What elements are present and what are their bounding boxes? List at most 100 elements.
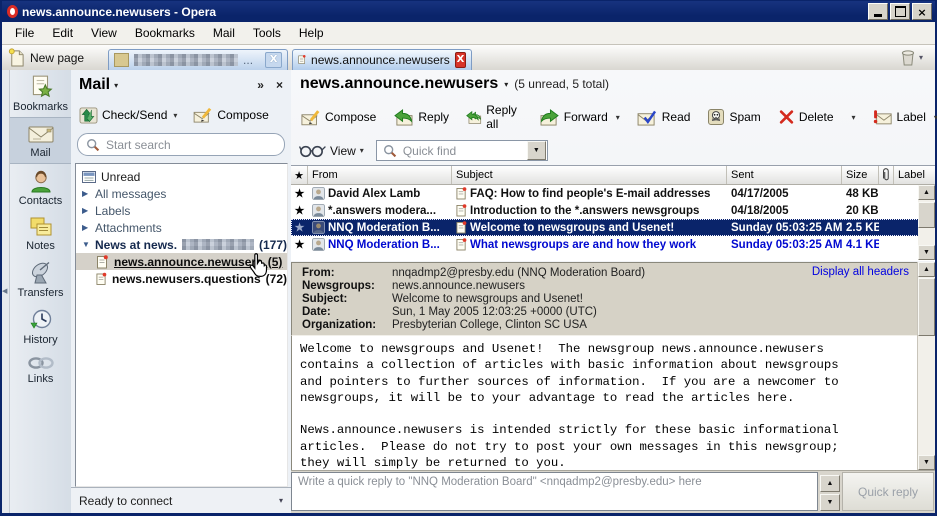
new-page-button[interactable]: New page xyxy=(2,45,92,70)
message-sent: Sunday 05:03:25 AM xyxy=(727,222,842,234)
group-title-dropdown-icon[interactable]: ▾ xyxy=(504,80,508,89)
scroll-thumb[interactable] xyxy=(918,278,935,336)
links-icon xyxy=(27,355,55,371)
sidebar-item-label: Transfers xyxy=(17,287,63,299)
star-icon[interactable]: ★ xyxy=(295,187,305,200)
scroll-down-button[interactable]: ▼ xyxy=(820,494,840,511)
spam-button[interactable]: Spam xyxy=(707,108,760,126)
quick-reply-button[interactable]: Quick reply xyxy=(842,472,934,511)
delete-dropdown-icon[interactable]: ▾ xyxy=(852,113,856,122)
window-title: news.announce.newusers - Opera xyxy=(22,5,216,19)
compose-button[interactable]: Compose xyxy=(193,107,268,123)
message-from: NNQ Moderation B... xyxy=(328,222,440,234)
tree-item-attachments[interactable]: ▶ Attachments xyxy=(76,219,287,236)
sidebar-item-notes[interactable]: Notes xyxy=(10,211,71,256)
scroll-down-button[interactable]: ▼ xyxy=(918,245,935,260)
message-row[interactable]: ★ NNQ Moderation B... What newsgroups ar… xyxy=(291,236,935,253)
panel-expand-icon[interactable]: » xyxy=(257,78,264,92)
column-size[interactable]: Size xyxy=(842,166,879,184)
message-row[interactable]: ★ David Alex Lamb FAQ: How to find peopl… xyxy=(291,185,935,202)
avatar-icon xyxy=(312,204,325,217)
column-subject[interactable]: Subject xyxy=(452,166,727,184)
message-row[interactable]: ★ *.answers modera... Introduction to th… xyxy=(291,202,935,219)
message-row-selected[interactable]: ★ NNQ Moderation B... Welcome to newsgro… xyxy=(291,219,935,236)
star-icon[interactable]: ★ xyxy=(295,221,305,234)
tree-item-news-account[interactable]: ▼ News at news. (177) xyxy=(76,236,287,253)
mail-title-dropdown-icon[interactable]: ▾ xyxy=(114,81,118,90)
message-body-text: Welcome to newsgroups and Usenet! The ne… xyxy=(292,336,918,476)
star-icon[interactable]: ★ xyxy=(295,238,305,251)
scroll-down-button[interactable]: ▼ xyxy=(918,455,935,470)
tab-blurred[interactable]: ... X xyxy=(108,49,288,70)
menu-file[interactable]: File xyxy=(6,24,43,42)
view-dropdown-icon[interactable]: ▾ xyxy=(360,146,364,155)
mail-status-bar[interactable]: Ready to connect ▾ xyxy=(71,487,291,513)
label-button[interactable]: Label ▾ xyxy=(873,109,937,126)
expand-icon[interactable]: ▶ xyxy=(82,206,90,215)
sidebar-item-transfers[interactable]: Transfers xyxy=(10,256,71,303)
read-button[interactable]: Read xyxy=(637,109,691,126)
close-button[interactable]: × xyxy=(912,3,932,20)
column-attachment[interactable] xyxy=(879,166,894,184)
view-button[interactable]: View xyxy=(330,144,356,158)
quick-find-dropdown-button[interactable]: ▼ xyxy=(527,141,546,160)
maximize-button[interactable] xyxy=(890,3,910,20)
delete-button[interactable]: Delete ▾ xyxy=(778,109,856,125)
search-input[interactable]: Start search xyxy=(77,133,285,156)
panel-toggle-strip[interactable]: ◀ xyxy=(2,70,10,513)
minimize-icon xyxy=(874,14,882,17)
column-flag[interactable]: ★ xyxy=(291,166,308,184)
tab-close-button[interactable]: X xyxy=(455,52,466,68)
check-send-button[interactable]: Check/Send ▾ xyxy=(79,107,177,124)
tree-item-labels[interactable]: ▶ Labels xyxy=(76,202,287,219)
trash-icon[interactable] xyxy=(901,50,915,66)
star-icon[interactable]: ★ xyxy=(295,204,305,217)
reply-button[interactable]: Reply xyxy=(393,109,449,126)
menu-bookmarks[interactable]: Bookmarks xyxy=(126,24,204,42)
forward-dropdown-icon[interactable]: ▾ xyxy=(616,113,620,122)
column-from[interactable]: From xyxy=(308,166,452,184)
tree-item-all-messages[interactable]: ▶ All messages xyxy=(76,185,287,202)
menu-tools[interactable]: Tools xyxy=(244,24,290,42)
sidebar-item-bookmarks[interactable]: Bookmarks xyxy=(10,70,71,117)
display-all-headers-link[interactable]: Display all headers xyxy=(812,266,909,278)
status-dropdown-icon[interactable]: ▾ xyxy=(279,496,283,505)
reply-all-button[interactable]: Reply all xyxy=(466,103,522,131)
menu-help[interactable]: Help xyxy=(290,24,333,42)
forward-button[interactable]: Forward ▾ xyxy=(539,109,620,126)
panel-close-icon[interactable]: × xyxy=(276,78,283,92)
quick-reply-input[interactable]: Write a quick reply to "NNQ Moderation B… xyxy=(291,472,818,511)
scroll-thumb[interactable] xyxy=(918,202,935,228)
trash-dropdown-icon[interactable]: ▾ xyxy=(919,53,923,62)
message-pane-scrollbar[interactable]: ▲ ▼ xyxy=(917,262,935,470)
header-label: Subject: xyxy=(292,293,392,305)
menu-view[interactable]: View xyxy=(82,24,126,42)
column-sent[interactable]: Sent xyxy=(727,166,842,184)
collapse-icon[interactable]: ▼ xyxy=(82,240,90,249)
read-label: Read xyxy=(662,110,691,124)
menu-edit[interactable]: Edit xyxy=(43,24,82,42)
scroll-up-button[interactable]: ▲ xyxy=(820,475,840,492)
minimize-button[interactable] xyxy=(868,3,888,20)
title-bar[interactable]: news.announce.newusers - Opera × xyxy=(2,1,935,22)
mail-panel-title[interactable]: Mail xyxy=(79,76,110,94)
expand-icon[interactable]: ▶ xyxy=(82,189,90,198)
sidebar-item-contacts[interactable]: Contacts xyxy=(10,164,71,211)
expand-icon[interactable]: ▶ xyxy=(82,223,90,232)
tree-item-unread[interactable]: Unread xyxy=(76,168,287,185)
tab-news-announce-newusers[interactable]: news.announce.newusers X xyxy=(292,49,472,70)
message-list-scrollbar[interactable]: ▲ ▼ xyxy=(918,185,935,260)
view-glasses-icon xyxy=(299,143,326,158)
scroll-up-button[interactable]: ▲ xyxy=(918,185,935,200)
sidebar-item-links[interactable]: Links xyxy=(10,350,71,389)
column-label[interactable]: Label xyxy=(894,166,918,184)
group-title[interactable]: news.announce.newusers xyxy=(300,75,498,93)
tab-close-button[interactable]: X xyxy=(265,52,282,68)
quick-find-input[interactable]: Quick find ▼ xyxy=(376,140,548,161)
sidebar-item-history[interactable]: History xyxy=(10,303,71,350)
scroll-up-button[interactable]: ▲ xyxy=(918,262,935,277)
compose-button[interactable]: Compose xyxy=(301,109,376,126)
sidebar-item-mail[interactable]: Mail xyxy=(10,117,71,164)
menu-mail[interactable]: Mail xyxy=(204,24,244,42)
collapse-panel-arrow-icon[interactable]: ◀ xyxy=(2,287,7,295)
